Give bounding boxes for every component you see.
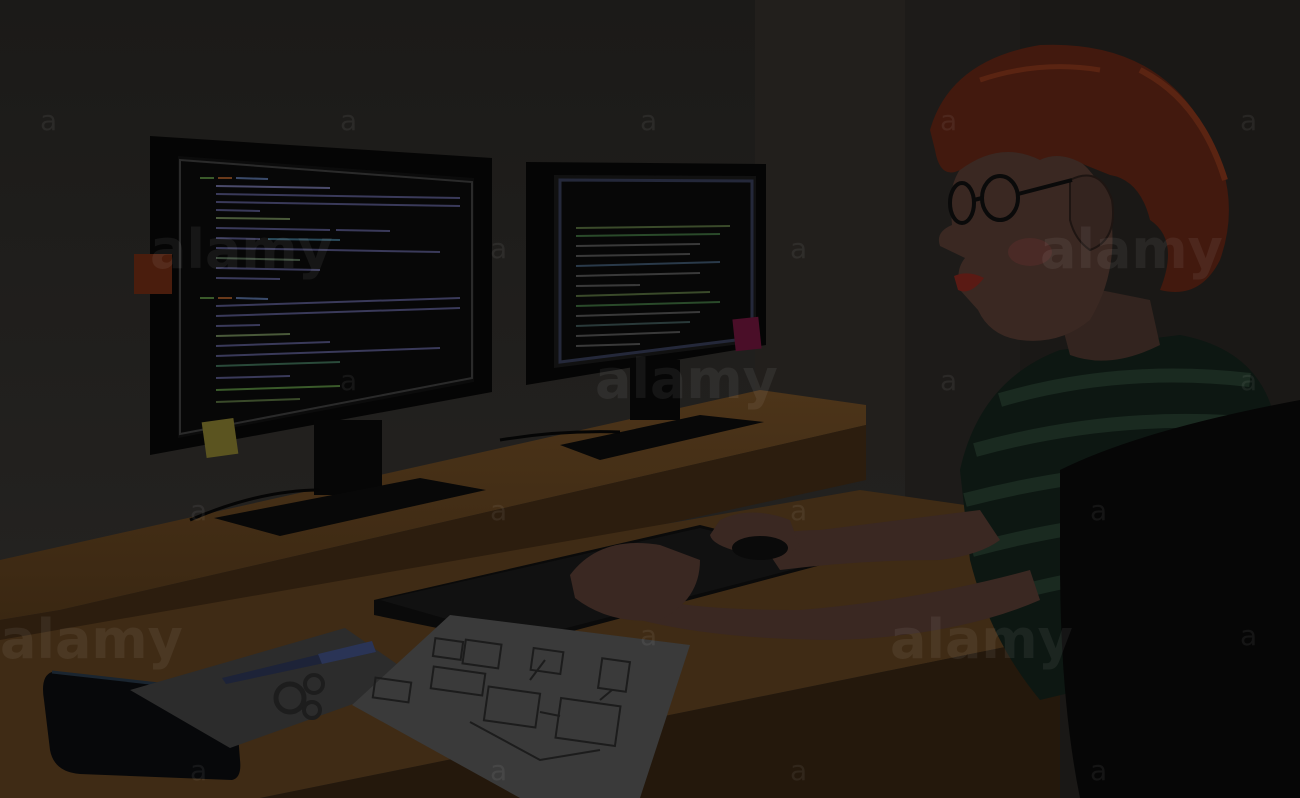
watermark-brand-2: alamy bbox=[595, 348, 778, 411]
watermark-mark-1: a bbox=[40, 104, 57, 137]
watermark-mark-2: a bbox=[340, 104, 357, 137]
watermark-mark-13: a bbox=[790, 494, 807, 527]
watermark-mark-4: a bbox=[940, 104, 957, 137]
watermark-mark-7: a bbox=[790, 232, 807, 265]
watermark-mark-11: a bbox=[190, 494, 207, 527]
watermark-mark-12: a bbox=[490, 494, 507, 527]
watermark-brand-1: alamy bbox=[150, 218, 333, 281]
watermark-mark-19: a bbox=[790, 754, 807, 787]
watermark-mark-14: a bbox=[1090, 494, 1107, 527]
watermark-brand-4: alamy bbox=[0, 608, 183, 671]
watermark-mark-10: a bbox=[1240, 364, 1257, 397]
watermark-mark-18: a bbox=[490, 754, 507, 787]
chair-back bbox=[1060, 400, 1300, 798]
watermark-mark-3: a bbox=[640, 104, 657, 137]
watermark-mark-5: a bbox=[1240, 104, 1257, 137]
watermark-brand-5: alamy bbox=[890, 608, 1073, 671]
watermark-mark-9: a bbox=[940, 364, 957, 397]
watermark-mark-17: a bbox=[190, 754, 207, 787]
watermark-mark-20: a bbox=[1090, 754, 1107, 787]
watermark-mark-8: a bbox=[340, 364, 357, 397]
scene-canvas: alamy alamy alamy alamy alamy a a a a a … bbox=[0, 0, 1300, 798]
watermark-mark-6: a bbox=[490, 232, 507, 265]
watermark-mark-16: a bbox=[1240, 619, 1257, 652]
watermark-brand-3: alamy bbox=[1040, 218, 1223, 281]
mouse bbox=[732, 536, 788, 560]
sticky-note-yellow bbox=[201, 417, 239, 459]
illustration-scene: alamy alamy alamy alamy alamy a a a a a … bbox=[0, 0, 1300, 798]
watermark-mark-15: a bbox=[640, 619, 657, 652]
sticky-note-pink bbox=[732, 316, 762, 352]
